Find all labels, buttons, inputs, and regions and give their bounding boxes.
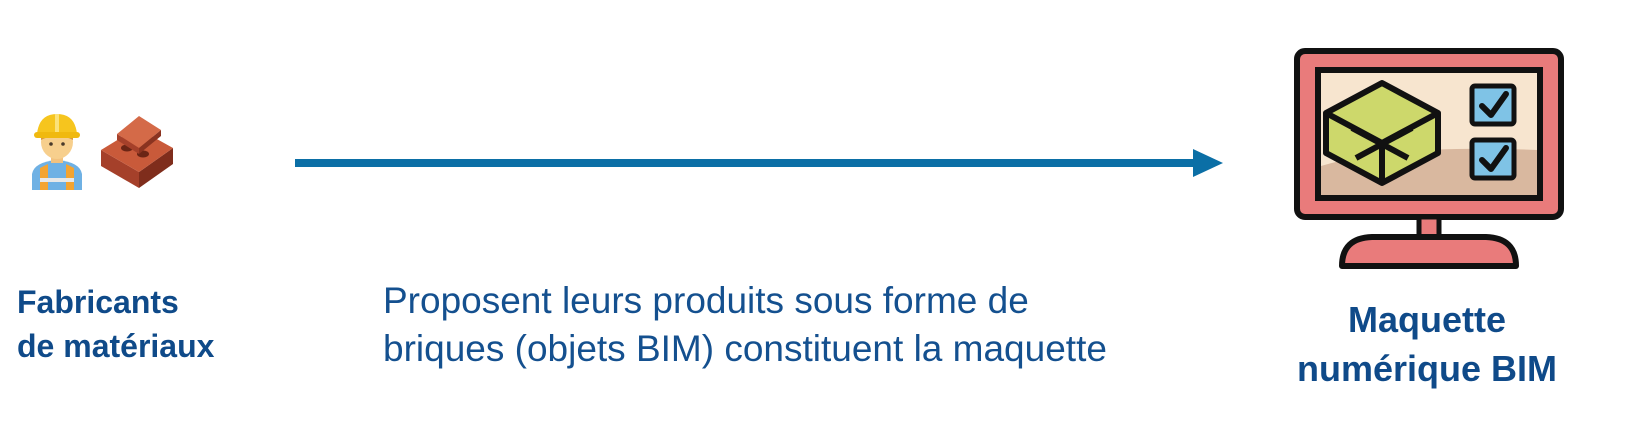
construction-worker-icon [32,114,82,190]
brick-icon [101,116,173,188]
target-label: Maquette numérique BIM [1268,295,1586,393]
target-label-line1: Maquette [1347,299,1506,340]
arrow-right-icon [295,149,1223,177]
flow-description-line2: briques (objets BIM) constituent la maqu… [383,328,1107,369]
flow-description: Proposent leurs produits sous forme de b… [383,277,1107,373]
source-label-line1: Fabricants [17,284,179,320]
diagram-canvas: Fabricants de matériaux Proposent leurs … [0,0,1628,442]
target-label-line2: numérique BIM [1296,348,1557,389]
flow-description-line1: Proposent leurs produits sous forme de [383,280,1029,321]
source-label: Fabricants de matériaux [17,280,214,368]
source-label-line2: de matériaux [17,328,215,364]
bim-monitor-icon [1294,48,1564,269]
